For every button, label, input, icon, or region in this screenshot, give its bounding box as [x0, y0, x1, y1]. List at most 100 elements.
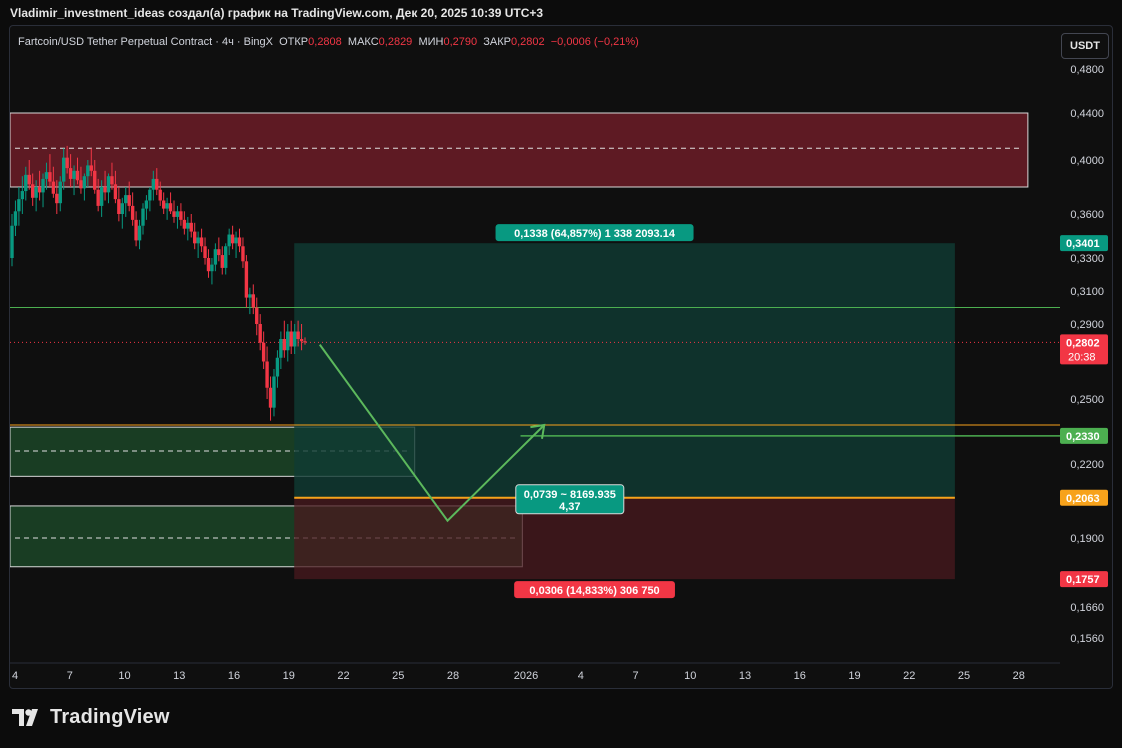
x-tick-label: 4	[578, 670, 584, 682]
chart-panel[interactable]: 0,1338 (64,857%) 1 338 2093.14 0,0306 (14…	[9, 25, 1113, 689]
candle-body	[24, 174, 28, 192]
candle-body	[96, 189, 100, 206]
candle-body	[234, 237, 238, 244]
candle-body	[103, 187, 107, 193]
candle-body	[10, 225, 14, 258]
candle-body	[137, 225, 142, 241]
candle-body	[93, 170, 97, 190]
y-tick-label: 0,4800	[1070, 64, 1104, 76]
candle-body	[144, 200, 149, 209]
candle-body	[206, 258, 211, 272]
candle-body	[79, 180, 83, 189]
x-tick-label: 16	[228, 670, 240, 682]
candle-body	[30, 184, 35, 198]
candle-body	[289, 331, 293, 347]
stop-zone	[294, 497, 955, 580]
candle-body	[220, 255, 224, 268]
candle-body	[182, 219, 187, 229]
candle-body	[303, 341, 307, 343]
low-value: 0,2790	[443, 36, 478, 48]
x-tick-label: 22	[903, 670, 915, 682]
candle-body	[158, 189, 162, 201]
candle-body	[86, 165, 90, 177]
candle-body	[261, 342, 266, 362]
tradingview-brand-text: TradingView	[50, 706, 170, 728]
candle-body	[168, 203, 173, 212]
candle-body	[44, 172, 49, 179]
x-tick-label: 13	[739, 670, 751, 682]
y-tick-label: 0,2500	[1070, 394, 1104, 406]
candle-body	[120, 203, 125, 214]
x-tick-label: 2026	[514, 670, 538, 682]
candle-body	[65, 157, 69, 169]
high-label: МАКС	[347, 36, 379, 48]
candle-body	[213, 249, 218, 265]
candle-body	[275, 357, 280, 377]
y-tick-label: 0,1900	[1070, 533, 1104, 545]
candle-body	[192, 231, 197, 244]
candle-body	[265, 361, 269, 388]
x-tick-label: 16	[794, 670, 806, 682]
candle-body	[27, 174, 31, 185]
candle-body	[258, 324, 262, 343]
candle-body	[151, 178, 156, 190]
y-tick-label: 0,3300	[1070, 253, 1104, 265]
candle-body	[13, 211, 18, 226]
close-value: 0,2802	[510, 36, 545, 48]
candle-body	[75, 170, 80, 181]
target-zone	[294, 243, 955, 498]
y-tick-label: 0,4000	[1070, 155, 1104, 167]
candle-body	[272, 376, 276, 408]
price-badge-label-2: 0,2063	[1066, 493, 1100, 505]
currency-button[interactable]: USDT	[1061, 33, 1109, 59]
candle-body	[68, 168, 73, 179]
price-chart[interactable]: 0,1338 (64,857%) 1 338 2093.14 0,0306 (14…	[10, 26, 1112, 688]
symbol-name: Fartcoin/USD Tether Perpetual Contract ·…	[18, 36, 273, 48]
candle-body	[127, 195, 131, 206]
attribution-text: Vladimir_investment_ideas создал(а) граф…	[10, 6, 544, 20]
candle-body	[199, 237, 204, 247]
target-label: 0,1338 (64,857%) 1 338 2093.14	[514, 228, 676, 240]
footer-brand[interactable]: TradingView	[12, 706, 170, 729]
candle-body	[130, 205, 135, 220]
x-tick-label: 7	[67, 670, 73, 682]
x-tick-label: 13	[173, 670, 185, 682]
candle-body	[48, 172, 52, 182]
candle-body	[255, 307, 259, 324]
candle-body	[82, 176, 87, 189]
candle-body	[37, 187, 42, 193]
price-badge-label-0: 0,3401	[1066, 238, 1100, 250]
x-tick-label: 10	[118, 670, 130, 682]
candle-body	[244, 261, 249, 298]
open-value: 0,2808	[308, 36, 342, 48]
candle-body	[196, 237, 200, 244]
price-badge-label-3: 0,1757	[1066, 574, 1100, 586]
candle-body	[161, 200, 166, 209]
candle-body	[89, 165, 93, 171]
candle-body	[248, 294, 252, 298]
candle-body	[279, 339, 283, 358]
y-tick-label: 0,3100	[1070, 286, 1104, 298]
candle-body	[41, 178, 45, 193]
change-value: −0,0006 (−0,21%)	[550, 36, 639, 48]
y-tick-label: 0,2200	[1070, 459, 1104, 471]
price-badge-label-1: 0,2330	[1066, 431, 1100, 443]
candle-body	[155, 178, 159, 190]
candle-body	[55, 193, 59, 204]
candle-body	[189, 222, 193, 232]
candle-body	[62, 157, 66, 182]
open-label: ОТКР	[279, 36, 309, 48]
candle-body	[210, 264, 214, 272]
x-tick-label: 19	[848, 670, 860, 682]
candle-body	[172, 211, 176, 217]
x-tick-label: 28	[1013, 670, 1025, 682]
zone-supply	[10, 112, 1029, 188]
candle-body	[186, 222, 190, 229]
candle-body	[99, 187, 104, 206]
y-tick-label: 0,2900	[1070, 319, 1104, 331]
x-tick-label: 25	[958, 670, 970, 682]
candle-body	[224, 246, 228, 268]
current-price-value: 0,2802	[1066, 337, 1100, 349]
candle-body	[124, 195, 128, 204]
candle-body	[106, 176, 111, 193]
